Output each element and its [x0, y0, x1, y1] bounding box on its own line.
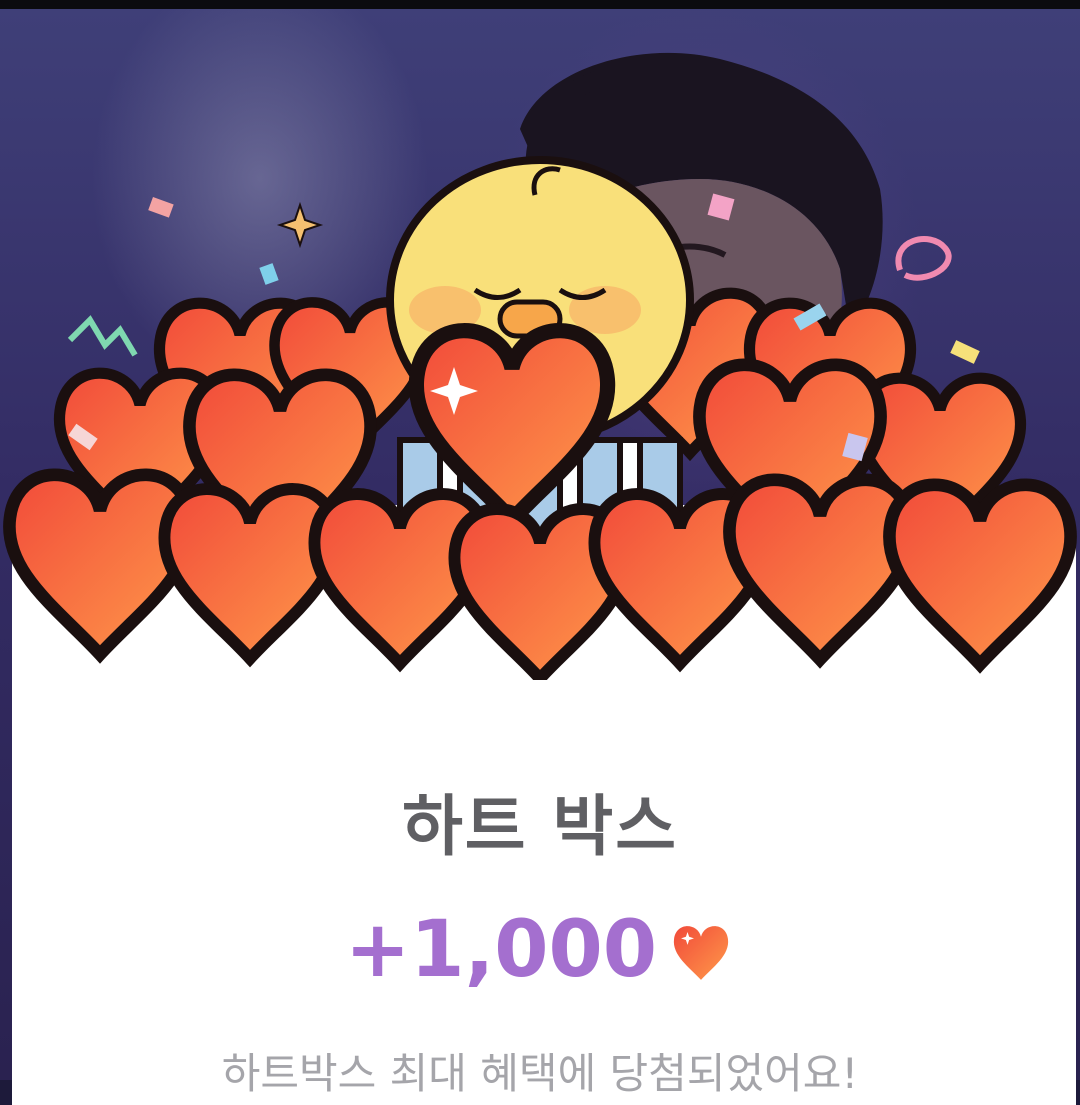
dialog-title: 하트 박스	[402, 788, 678, 865]
reward-row: +1,000	[0, 905, 1080, 995]
reward-amount: +1,000	[344, 905, 658, 995]
dialog-description: 하트박스 최대 혜택에 당첨되었어요!	[221, 1049, 859, 1098]
heart-icon	[673, 926, 729, 980]
heart-box-illustration	[0, 156, 1080, 680]
